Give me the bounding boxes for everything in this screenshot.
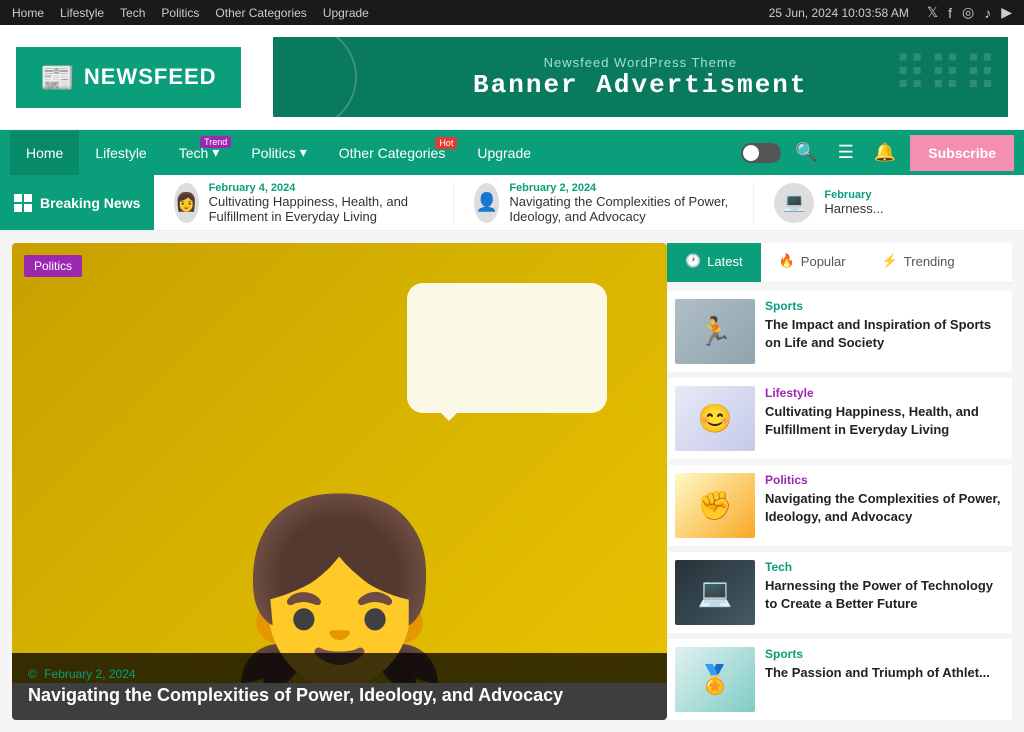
datetime: 25 Jun, 2024 10:03:58 AM	[769, 6, 909, 20]
search-button[interactable]: 🔍	[789, 136, 823, 169]
trend-badge: Trend	[200, 136, 231, 148]
grid-icon	[14, 194, 32, 212]
top-nav-other[interactable]: Other Categories	[215, 6, 306, 20]
menu-button[interactable]: ☰	[832, 136, 860, 169]
breaking-item-2[interactable]: 👤 February 2, 2024 Navigating the Comple…	[454, 182, 754, 224]
article-content-2: Lifestyle Cultivating Happiness, Health,…	[765, 386, 1004, 439]
top-nav-tech[interactable]: Tech	[120, 6, 145, 20]
breaking-item-3[interactable]: 💻 February Harness...	[754, 183, 1024, 223]
breaking-text-1: February 4, 2024 Cultivating Happiness, …	[209, 182, 434, 224]
speech-bubble	[407, 283, 607, 413]
top-nav-home[interactable]: Home	[12, 6, 44, 20]
article-content-1: Sports The Impact and Inspiration of Spo…	[765, 299, 1004, 352]
nav-right-controls: 🔍 ☰ 🔔 Subscribe	[741, 135, 1014, 171]
sidebar-articles: 🏃 Sports The Impact and Inspiration of S…	[667, 291, 1012, 720]
article-title-4: Harnessing the Power of Technology to Cr…	[765, 577, 1004, 613]
breaking-avatar-3: 💻	[774, 183, 814, 223]
sidebar-article-4[interactable]: 💻 Tech Harnessing the Power of Technolog…	[667, 552, 1012, 633]
article-title-5: The Passion and Triumph of Athlet...	[765, 664, 1004, 682]
twitter-icon[interactable]: 𝕏	[927, 4, 938, 21]
tab-latest[interactable]: 🕐 Latest	[667, 243, 761, 282]
toggle-dot	[743, 145, 759, 161]
dark-mode-toggle[interactable]	[741, 143, 781, 163]
sidebar: 🕐 Latest 🔥 Popular ⚡ Trending 🏃 Sports T…	[667, 243, 1012, 720]
article-thumb-3: ✊	[675, 473, 755, 538]
breaking-item-1[interactable]: 👩 February 4, 2024 Cultivating Happiness…	[154, 182, 454, 224]
sidebar-article-3[interactable]: ✊ Politics Navigating the Complexities o…	[667, 465, 1012, 546]
top-nav-politics[interactable]: Politics	[161, 6, 199, 20]
sidebar-article-5[interactable]: 🏅 Sports The Passion and Triumph of Athl…	[667, 639, 1012, 720]
article-thumb-1: 🏃	[675, 299, 755, 364]
article-title-1: The Impact and Inspiration of Sports on …	[765, 316, 1004, 352]
banner-main: Banner Advertisment	[297, 70, 984, 100]
tiktok-icon[interactable]: ♪	[984, 5, 991, 21]
nav-other[interactable]: Other Categories Hot	[323, 131, 462, 175]
clock-icon: 🕐	[685, 253, 701, 269]
top-bar-right: 25 Jun, 2024 10:03:58 AM 𝕏 f ◎ ♪ ▶	[769, 4, 1012, 21]
nav-politics[interactable]: Politics ▾	[235, 130, 322, 175]
article-cat-2: Lifestyle	[765, 386, 1004, 400]
tab-popular[interactable]: 🔥 Popular	[761, 243, 864, 282]
tab-trending[interactable]: ⚡ Trending	[864, 243, 973, 282]
featured-info: © February 2, 2024 Navigating the Comple…	[12, 653, 667, 720]
breaking-news-items: 👩 February 4, 2024 Cultivating Happiness…	[154, 182, 1024, 224]
article-thumb-4: 💻	[675, 560, 755, 625]
sidebar-article-1[interactable]: 🏃 Sports The Impact and Inspiration of S…	[667, 291, 1012, 372]
main-content: 👧 Politics © February 2, 2024 Navigating…	[0, 231, 1024, 732]
subscribe-button[interactable]: Subscribe	[910, 135, 1014, 171]
breaking-news-bar: Breaking News 👩 February 4, 2024 Cultiva…	[0, 175, 1024, 231]
top-nav: Home Lifestyle Tech Politics Other Categ…	[12, 6, 369, 20]
nav-tech[interactable]: Tech ▾ Trend	[163, 130, 236, 175]
youtube-icon[interactable]: ▶	[1001, 4, 1012, 21]
top-bar: Home Lifestyle Tech Politics Other Categ…	[0, 0, 1024, 25]
banner-advertisement: ⠿⠿⠿ Newsfeed WordPress Theme Banner Adve…	[273, 37, 1008, 117]
notification-button[interactable]: 🔔	[868, 136, 902, 169]
sidebar-tabs: 🕐 Latest 🔥 Popular ⚡ Trending	[667, 243, 1012, 283]
article-cat-1: Sports	[765, 299, 1004, 313]
top-nav-upgrade[interactable]: Upgrade	[323, 6, 369, 20]
breaking-text-2: February 2, 2024 Navigating the Complexi…	[509, 182, 733, 224]
article-thumb-5: 🏅	[675, 647, 755, 712]
nav-lifestyle[interactable]: Lifestyle	[79, 131, 162, 175]
article-title-2: Cultivating Happiness, Health, and Fulfi…	[765, 403, 1004, 439]
article-cat-5: Sports	[765, 647, 1004, 661]
facebook-icon[interactable]: f	[948, 5, 952, 21]
article-content-3: Politics Navigating the Complexities of …	[765, 473, 1004, 526]
featured-article[interactable]: 👧 Politics © February 2, 2024 Navigating…	[12, 243, 667, 720]
featured-title: Navigating the Complexities of Power, Id…	[28, 685, 651, 706]
banner-dots: ⠿⠿⠿	[893, 47, 998, 103]
main-navbar: Home Lifestyle Tech ▾ Trend Politics ▾ O…	[0, 130, 1024, 175]
article-content-4: Tech Harnessing the Power of Technology …	[765, 560, 1004, 613]
article-content-5: Sports The Passion and Triumph of Athlet…	[765, 647, 1004, 682]
article-cat-3: Politics	[765, 473, 1004, 487]
article-thumb-2: 😊	[675, 386, 755, 451]
logo-text: NEWSFEED	[84, 64, 217, 90]
breaking-avatar-2: 👤	[474, 183, 499, 223]
top-nav-lifestyle[interactable]: Lifestyle	[60, 6, 104, 20]
logo[interactable]: 📰 NEWSFEED	[16, 47, 241, 108]
breaking-text-3: February Harness...	[824, 189, 883, 216]
featured-category-tag: Politics	[24, 255, 82, 277]
sidebar-article-2[interactable]: 😊 Lifestyle Cultivating Happiness, Healt…	[667, 378, 1012, 459]
breaking-news-label: Breaking News	[0, 175, 154, 230]
hot-badge: Hot	[435, 137, 457, 149]
instagram-icon[interactable]: ◎	[962, 4, 974, 21]
nav-home[interactable]: Home	[10, 131, 79, 175]
logo-icon: 📰	[40, 61, 76, 94]
featured-image: 👧	[12, 243, 667, 683]
fire-icon: 🔥	[779, 253, 795, 269]
breaking-avatar-1: 👩	[174, 183, 198, 223]
header: 📰 NEWSFEED ⠿⠿⠿ Newsfeed WordPress Theme …	[0, 25, 1024, 130]
lightning-icon: ⚡	[882, 253, 898, 269]
nav-upgrade[interactable]: Upgrade	[461, 131, 547, 175]
banner-sub: Newsfeed WordPress Theme	[297, 55, 984, 70]
article-cat-4: Tech	[765, 560, 1004, 574]
featured-date: © February 2, 2024	[28, 667, 651, 681]
article-title-3: Navigating the Complexities of Power, Id…	[765, 490, 1004, 526]
